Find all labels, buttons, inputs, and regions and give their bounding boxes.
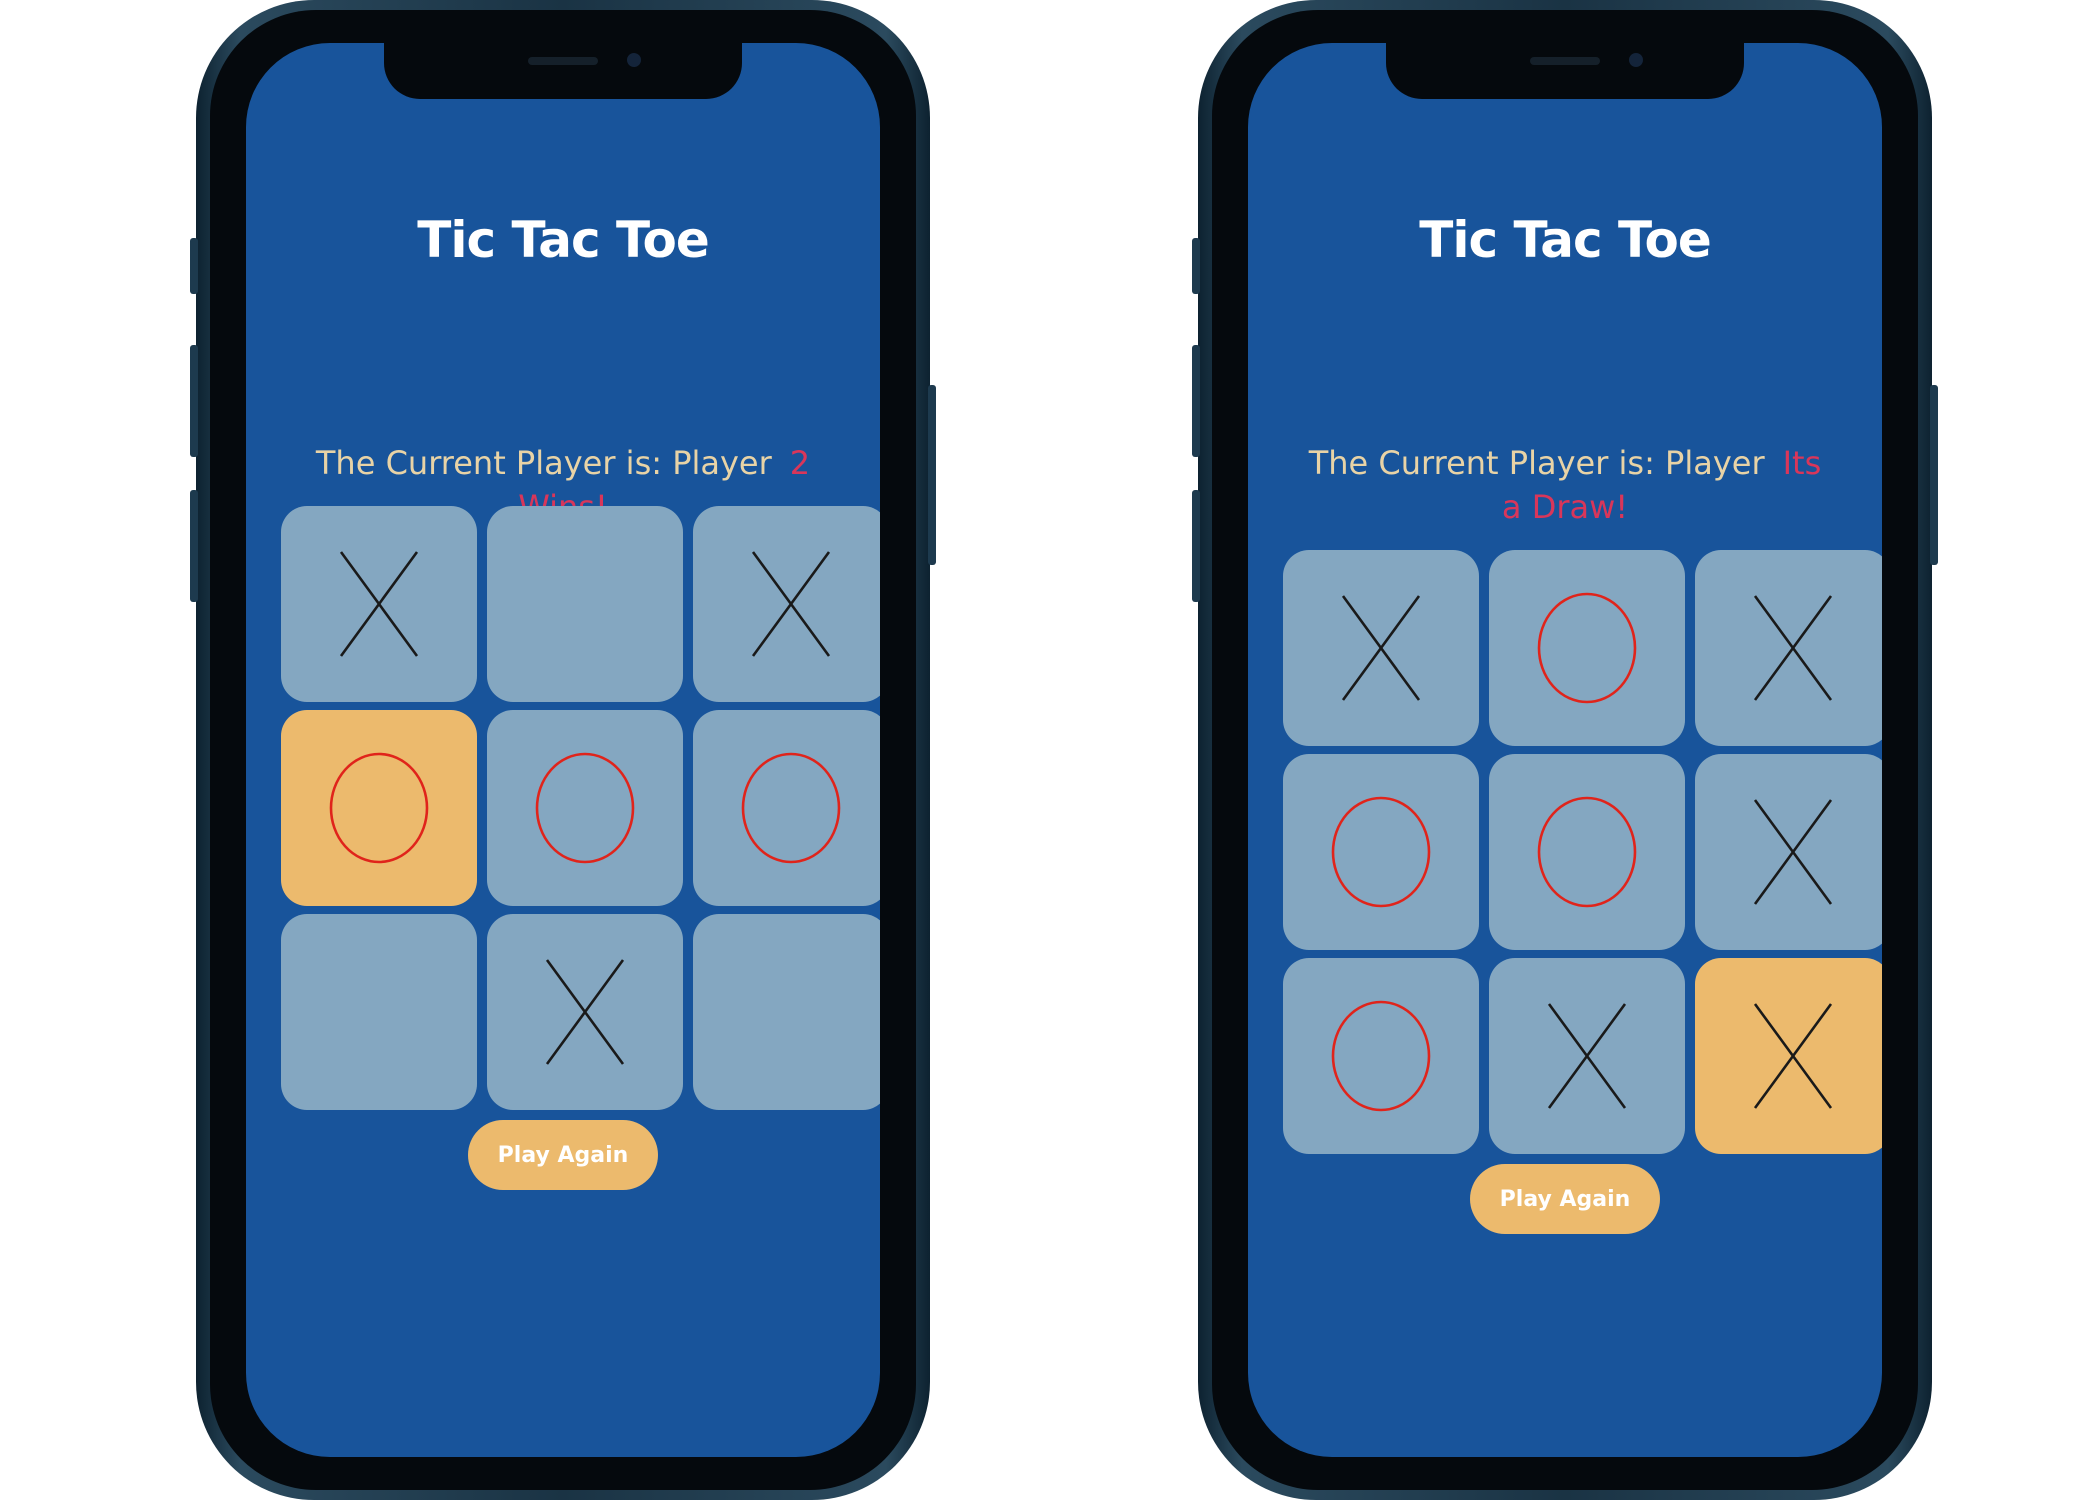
x-mark-icon [339,551,419,657]
board-cell-9[interactable] [1695,958,1882,1154]
play-again-button[interactable]: Play Again [1470,1164,1660,1234]
x-mark-icon [1547,1003,1627,1109]
x-mark-icon [545,959,625,1065]
o-mark-icon [1537,796,1637,908]
volume-down-button [1192,490,1200,602]
silent-switch [1192,238,1200,294]
o-mark-icon [329,752,429,864]
notch [384,43,742,99]
board-cell-3[interactable] [693,506,880,702]
board-cell-5[interactable] [1489,754,1685,950]
board-cell-3[interactable] [1695,550,1882,746]
board-cell-2[interactable] [1489,550,1685,746]
power-button [928,385,936,565]
speaker-grille [528,57,598,65]
board-cell-8[interactable] [1489,958,1685,1154]
board-cell-4[interactable] [1283,754,1479,950]
phone-left: Tic Tac Toe The Current Player is: Playe… [190,0,936,1500]
power-button [1930,385,1938,565]
board-cell-6[interactable] [693,710,880,906]
game-board [281,506,880,1110]
status-prefix: The Current Player is: Player [315,444,772,482]
x-mark-icon [1753,595,1833,701]
board-cell-2[interactable] [487,506,683,702]
status-prefix: The Current Player is: Player [1308,444,1765,482]
x-mark-icon [1753,1003,1833,1109]
x-mark-icon [1341,595,1421,701]
board-cell-1[interactable] [281,506,477,702]
board-cell-4[interactable] [281,710,477,906]
o-mark-icon [1537,592,1637,704]
notch [1386,43,1744,99]
volume-up-button [190,345,198,457]
phone-screen: Tic Tac Toe The Current Player is: Playe… [1248,43,1882,1457]
game-title: Tic Tac Toe [417,211,709,269]
x-mark-icon [751,551,831,657]
board-cell-8[interactable] [487,914,683,1110]
game-title: Tic Tac Toe [1419,211,1711,269]
o-mark-icon [1331,1000,1431,1112]
speaker-grille [1530,57,1600,65]
board-cell-7[interactable] [1283,958,1479,1154]
board-cell-7[interactable] [281,914,477,1110]
o-mark-icon [741,752,841,864]
board-cell-9[interactable] [693,914,880,1110]
board-cell-1[interactable] [1283,550,1479,746]
status-message: The Current Player is: Player Its a Draw! [1308,441,1822,529]
phone-screen: Tic Tac Toe The Current Player is: Playe… [246,43,880,1457]
board-cell-6[interactable] [1695,754,1882,950]
phone-bezel: Tic Tac Toe The Current Player is: Playe… [1212,10,1918,1490]
o-mark-icon [1331,796,1431,908]
camera-icon [1629,53,1644,67]
o-mark-icon [535,752,635,864]
x-mark-icon [1753,799,1833,905]
volume-down-button [190,490,198,602]
board-cell-5[interactable] [487,710,683,906]
camera-icon [627,53,642,67]
silent-switch [190,238,198,294]
game-board [1283,550,1882,1154]
phone-bezel: Tic Tac Toe The Current Player is: Playe… [210,10,916,1490]
phone-right: Tic Tac Toe The Current Player is: Playe… [1192,0,1938,1500]
play-again-button[interactable]: Play Again [468,1120,658,1190]
volume-up-button [1192,345,1200,457]
